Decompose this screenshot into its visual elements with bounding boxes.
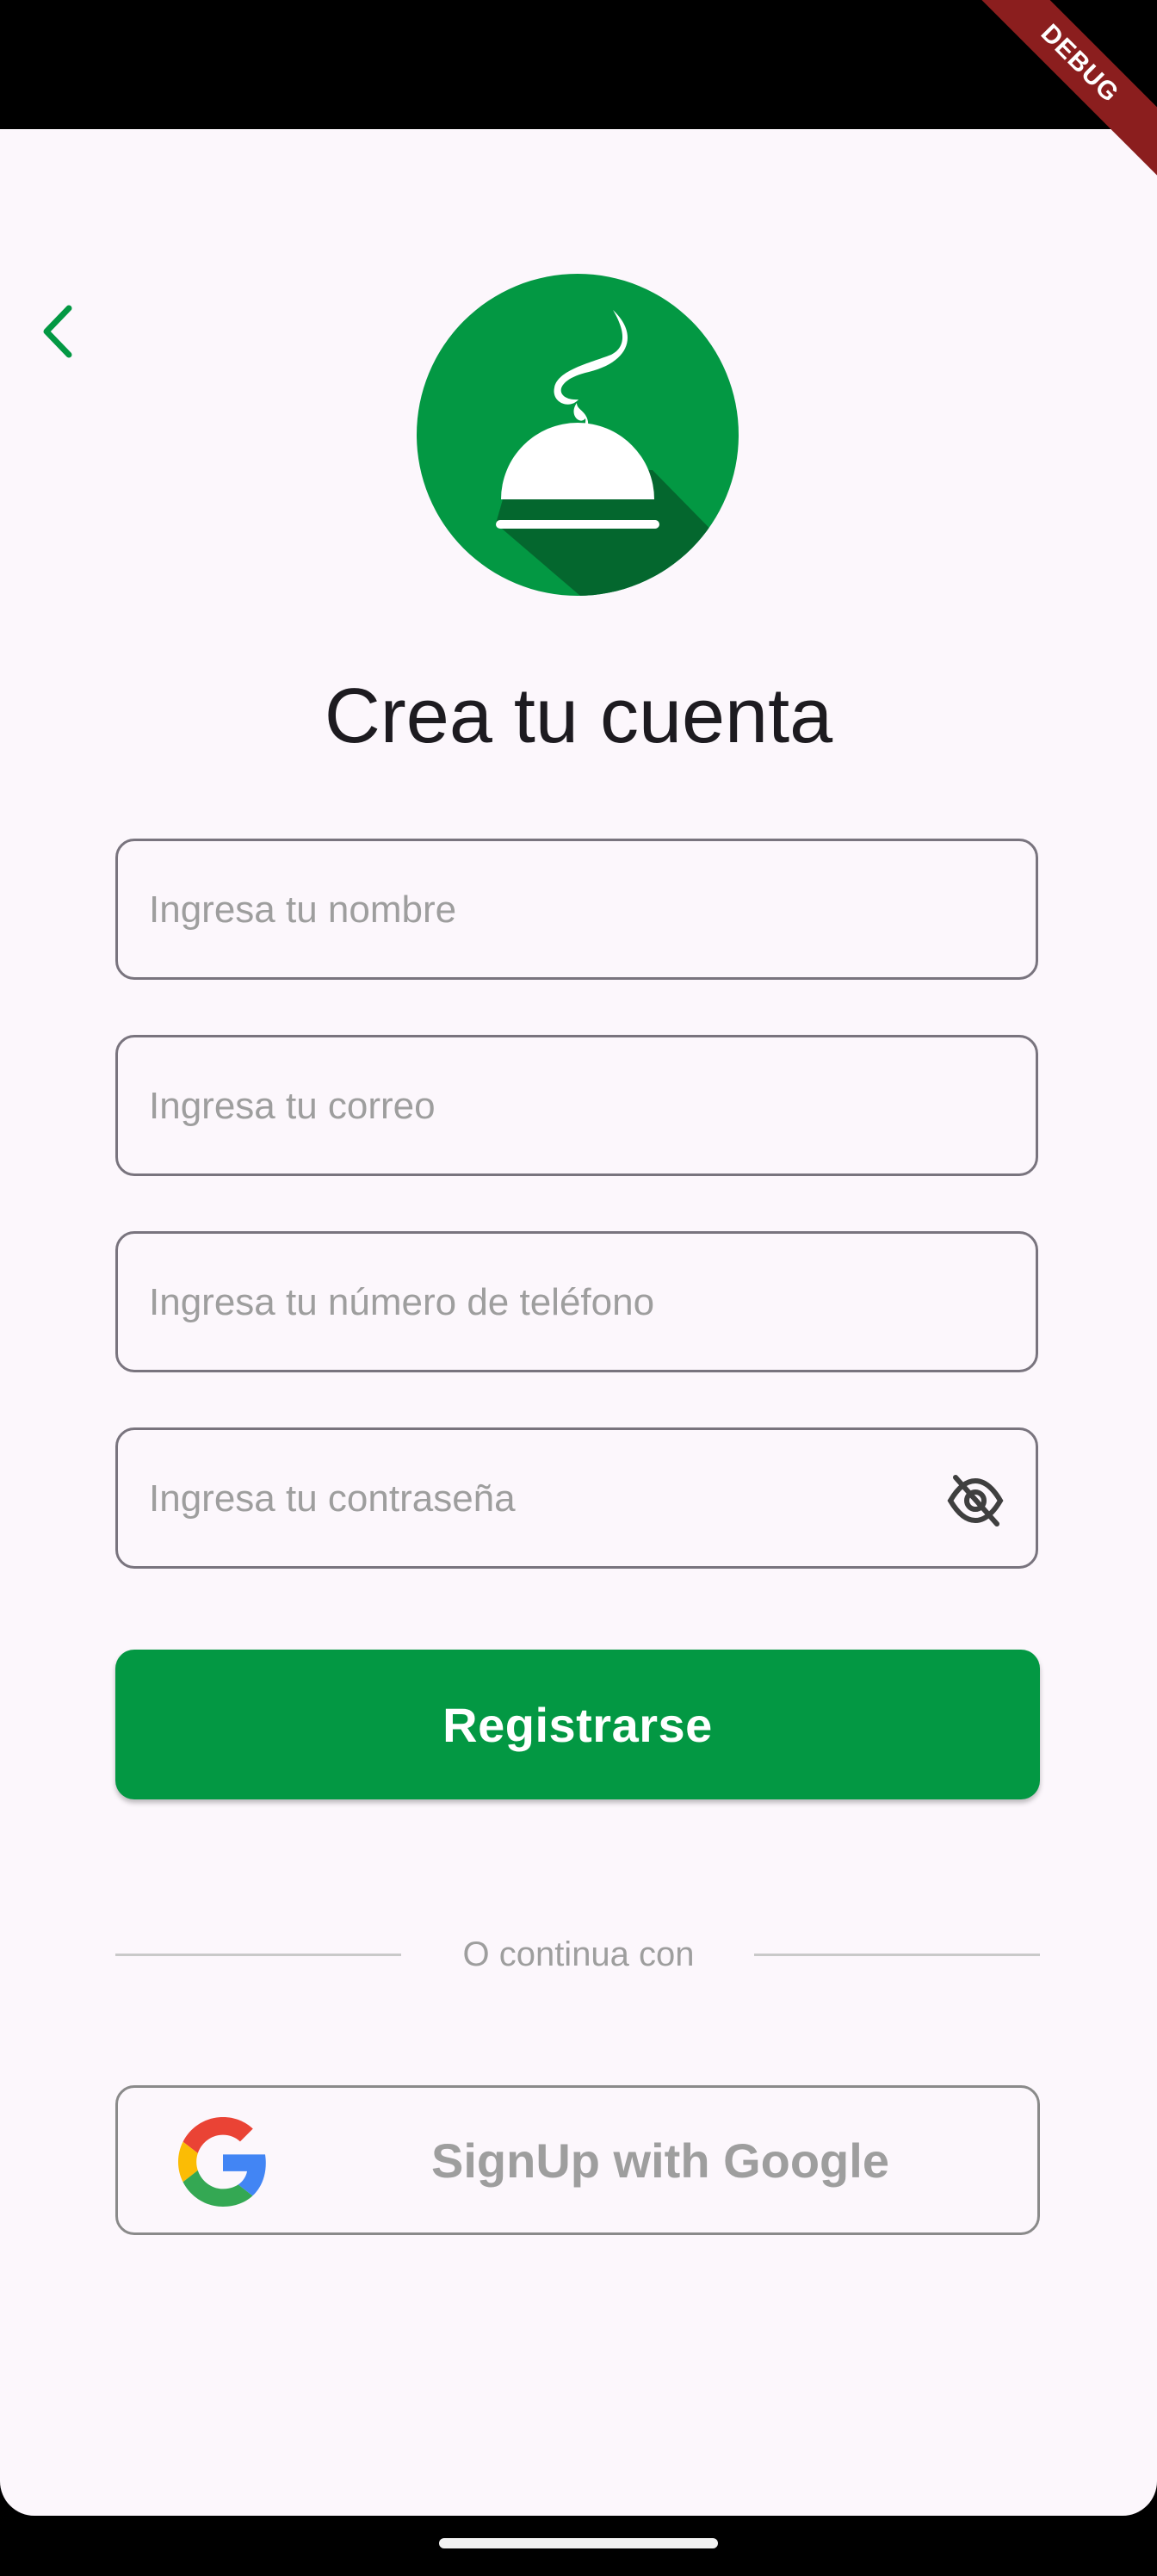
chevron-left-icon: [43, 305, 72, 358]
password-input[interactable]: [147, 1430, 891, 1568]
divider-text: O continua con: [462, 1935, 695, 1973]
service-bell-icon: [417, 274, 739, 596]
divider-line-right: [754, 1954, 1040, 1956]
status-bar: [0, 0, 1157, 129]
phone-input[interactable]: [147, 1234, 925, 1372]
password-field[interactable]: [115, 1427, 1038, 1569]
google-logo-icon: [178, 2117, 266, 2207]
password-visibility-toggle[interactable]: [943, 1468, 1008, 1533]
google-signup-button[interactable]: SignUp with Google: [115, 2085, 1040, 2235]
eye-off-icon: [947, 1475, 1004, 1526]
phone-field[interactable]: [115, 1231, 1038, 1372]
register-button[interactable]: Registrarse: [115, 1650, 1040, 1799]
app-logo: [417, 274, 739, 596]
email-field[interactable]: [115, 1035, 1038, 1176]
divider-line-left: [115, 1954, 401, 1956]
google-signup-label: SignUp with Google: [431, 2133, 889, 2188]
page-title: Crea tu cuenta: [324, 673, 833, 759]
email-input[interactable]: [147, 1037, 925, 1175]
name-field[interactable]: [115, 839, 1038, 980]
back-button[interactable]: [26, 293, 90, 370]
home-indicator[interactable]: [439, 2538, 718, 2548]
name-input[interactable]: [147, 841, 925, 979]
